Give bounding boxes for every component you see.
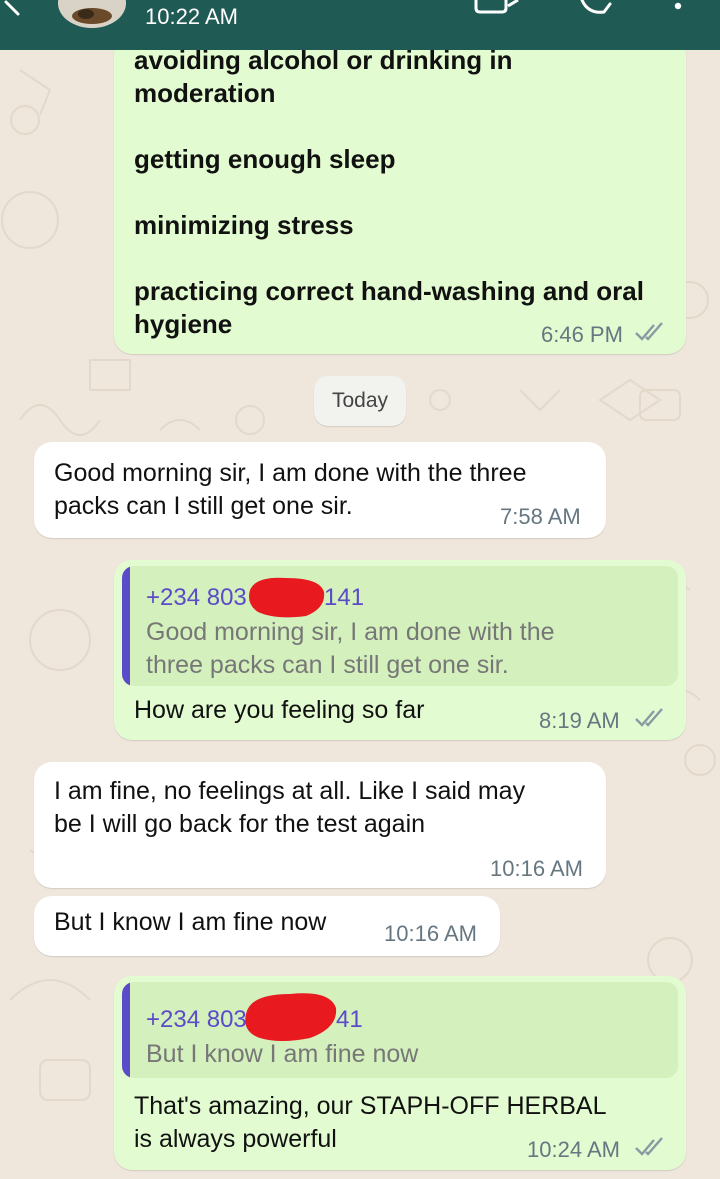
- outgoing-message-bubble[interactable]: avoiding alcohol or drinking in moderati…: [114, 30, 686, 354]
- message-text-line: be I will go back for the test again: [54, 810, 426, 838]
- quoted-sender-prefix: +234 803: [146, 1006, 247, 1033]
- back-arrow-icon[interactable]: [0, 0, 36, 30]
- message-timestamp: 7:58 AM: [500, 504, 581, 529]
- message-timestamp: 8:19 AM: [539, 708, 620, 733]
- quoted-text: But I know I am fine now: [146, 1040, 419, 1068]
- date-separator: Today: [314, 376, 406, 426]
- message-text-line: packs can I still get one sir.: [54, 492, 353, 520]
- quoted-sender-prefix: +234 803: [146, 584, 247, 611]
- quoted-sender-suffix: 141: [324, 584, 365, 611]
- avatar[interactable]: [58, 0, 126, 28]
- quoted-text-line: Good morning sir, I am done with the: [146, 618, 555, 646]
- header-time: 10:22 AM: [145, 4, 238, 29]
- message-timestamp: 10:16 AM: [490, 856, 583, 881]
- message-text-line: minimizing stress: [134, 210, 354, 240]
- quote-accent-bar: [122, 982, 130, 1078]
- quote-accent-bar: [122, 566, 130, 686]
- message-text-line: Good morning sir, I am done with the thr…: [54, 459, 527, 487]
- read-ticks-icon: [635, 708, 663, 727]
- message-text-line: practicing correct hand-washing and oral: [134, 276, 644, 306]
- video-call-icon[interactable]: [472, 0, 522, 20]
- message-text-line: That's amazing, our STAPH-OFF HERBAL: [134, 1092, 607, 1120]
- quoted-message[interactable]: +234 803 41 But I know I am fine now: [122, 982, 678, 1078]
- message-timestamp: 10:16 AM: [384, 921, 477, 946]
- incoming-message-bubble[interactable]: Good morning sir, I am done with the thr…: [34, 442, 606, 538]
- quoted-sender-suffix: 41: [336, 1006, 363, 1033]
- voice-call-icon[interactable]: [578, 0, 614, 20]
- message-timestamp: 6:46 PM: [541, 322, 623, 347]
- quoted-message[interactable]: +234 803 141 Good morning sir, I am done…: [122, 566, 678, 686]
- incoming-message-bubble[interactable]: I am fine, no feelings at all. Like I sa…: [34, 762, 606, 888]
- read-ticks-icon: [635, 1137, 663, 1156]
- redaction-mark: [245, 993, 337, 1041]
- message-text-line: I am fine, no feelings at all. Like I sa…: [54, 777, 526, 805]
- outgoing-message-bubble[interactable]: +234 803 41 But I know I am fine now Tha…: [114, 976, 686, 1170]
- incoming-message-bubble[interactable]: But I know I am fine now 10:16 AM: [34, 896, 500, 956]
- message-text: But I know I am fine now: [54, 908, 327, 936]
- more-options-icon[interactable]: [670, 0, 686, 20]
- quoted-text-line: three packs can I still get one sir.: [146, 651, 509, 679]
- message-text-line: moderation: [134, 78, 276, 108]
- message-text-line: getting enough sleep: [134, 144, 396, 174]
- message-text: How are you feeling so far: [134, 696, 425, 724]
- read-ticks-icon: [635, 322, 663, 341]
- message-text-line: is always powerful: [134, 1125, 337, 1153]
- message-timestamp: 10:24 AM: [527, 1137, 620, 1162]
- outgoing-message-bubble[interactable]: +234 803 141 Good morning sir, I am done…: [114, 560, 686, 740]
- message-text-line: hygiene: [134, 309, 233, 339]
- redaction-mark: [249, 577, 325, 618]
- chat-header: 10:22 AM: [0, 0, 720, 50]
